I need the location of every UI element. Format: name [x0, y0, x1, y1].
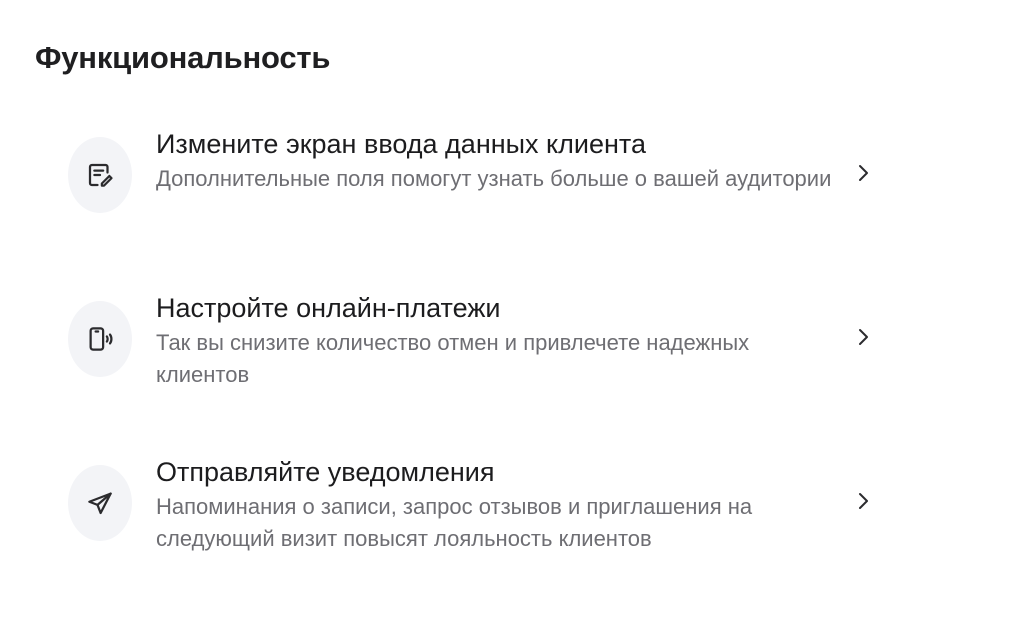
feature-text: Измените экран ввода данных клиента Допо…: [156, 126, 836, 195]
feature-item-notifications[interactable]: Отправляйте уведомления Напоминания о за…: [56, 444, 886, 564]
chevron-right-icon: [854, 160, 874, 186]
feature-description: Напоминания о записи, запрос отзывов и п…: [156, 494, 753, 551]
contactless-payment-icon: [68, 301, 132, 377]
chevron-right-icon: [854, 324, 874, 350]
feature-list: Измените экран ввода данных клиента Допо…: [0, 0, 1016, 624]
send-icon: [68, 465, 132, 541]
feature-text: Настройте онлайн-платежи Так вы снизите …: [156, 290, 836, 391]
feature-title: Отправляйте уведомления: [156, 457, 495, 487]
edit-form-icon: [68, 137, 132, 213]
feature-description: Дополнительные поля помогут узнать больш…: [156, 166, 832, 191]
feature-item-online-payments[interactable]: Настройте онлайн-платежи Так вы снизите …: [56, 280, 886, 400]
chevron-right-icon: [854, 488, 874, 514]
feature-item-client-form[interactable]: Измените экран ввода данных клиента Допо…: [56, 116, 886, 236]
feature-title: Измените экран ввода данных клиента: [156, 129, 647, 159]
feature-title: Настройте онлайн-платежи: [156, 293, 501, 323]
feature-text: Отправляйте уведомления Напоминания о за…: [156, 454, 836, 555]
feature-description: Так вы снизите количество отмен и привле…: [156, 330, 750, 387]
